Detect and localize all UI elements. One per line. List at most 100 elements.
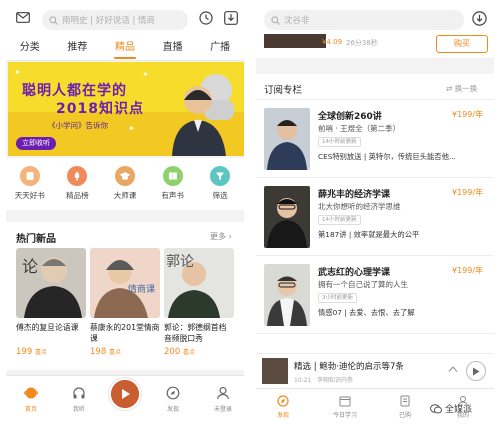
history-clock-icon[interactable] (199, 11, 213, 25)
banner-subtitle: 《小学问》告诉你 (48, 121, 108, 130)
update-badge: 3小时前更新 (318, 293, 357, 303)
book-title: 郭论：郭德纲首档音频脱口秀 (164, 323, 227, 343)
tab-live[interactable]: 直播 (149, 36, 197, 60)
nav-discover[interactable]: 发现 (266, 395, 300, 419)
home-planet-icon (24, 386, 38, 400)
previous-item-row: ¥4.09 26分38秒 购买 (256, 34, 494, 56)
shortcut-daily-book[interactable]: 天天好书 (10, 166, 50, 210)
course-card[interactable]: 薛兆丰的经济学课 ¥199/年 北大你想听的经济学思维 14小时前更新 第187… (256, 178, 494, 256)
item-price: ¥4.09 (322, 38, 343, 46)
document-icon (399, 395, 411, 407)
shortcut-master-class[interactable]: 大师课 (105, 166, 145, 210)
search-input[interactable]: 沈谷非 (264, 10, 464, 30)
shortcut-ranking[interactable]: 精品榜 (57, 166, 97, 210)
nav-home[interactable]: 首页 (16, 386, 46, 413)
hot-new-section: 热门新品 更多 › 论 傅杰的复旦论语课 199 喜点 情商课 蔡康永的201堂… (6, 222, 244, 370)
search-placeholder: 沈谷非 (284, 16, 310, 26)
tab-radio[interactable]: 广播 (196, 36, 244, 60)
nav-label: 已购 (398, 412, 411, 419)
search-input[interactable]: 南明史 | 好好说话 | 情商 (42, 10, 188, 30)
course-price: ¥199/年 (452, 188, 484, 197)
calendar-icon (339, 395, 351, 407)
course-card[interactable]: 全球创新260讲 ¥199/年 前哨 · 王煜全（第二季） 14小时前更新 CE… (256, 100, 494, 178)
right-top-bar: 沈谷非 (256, 0, 494, 34)
nav-discover[interactable]: 发现 (158, 386, 188, 413)
shortcut-label: 精品榜 (66, 191, 89, 200)
player-thumbnail (262, 358, 288, 384)
book-title: 蔡康永的201堂情商课 (90, 323, 160, 343)
cover-text: 论 (22, 257, 38, 276)
graduation-cap-icon (114, 166, 135, 186)
banner-headline-2: 2018知识点 (56, 101, 144, 117)
author-photo (264, 264, 310, 326)
sparkle-icon: ✦ (14, 68, 21, 77)
course-title: 薛兆丰的经济学课 (318, 190, 391, 200)
course-card[interactable]: 武志红的心理学课 ¥199/年 拥有一个自己说了算的人生 3小时前更新 情感07… (256, 256, 494, 334)
play-icon (472, 367, 480, 376)
search-icon (49, 15, 58, 25)
nav-label: 我听 (72, 406, 85, 413)
search-placeholder: 南明史 | 好好说话 | 情商 (62, 16, 156, 26)
nav-profile[interactable]: 未登录 (208, 386, 238, 413)
left-app-screen: 南明史 | 好好说话 | 情商 分类 推荐 精品 直播 广播 ✦ ✦ ✦ 聪明人… (6, 0, 244, 425)
headphones-icon (72, 386, 86, 400)
player-title: 精选 | 鲍勃·迪伦的启示等7条 (294, 362, 404, 372)
book-cover: 郭论 (164, 248, 234, 318)
banner-headline-1: 聪明人都在学的 (22, 83, 127, 99)
shortcut-audiobook[interactable]: 有声书 (153, 166, 193, 210)
refresh-button[interactable]: ⇄ 换一换 (446, 83, 477, 94)
book-price: 198 喜点 (90, 347, 121, 357)
nav-purchased[interactable]: 已购 (388, 395, 422, 419)
left-top-bar: 南明史 | 好好说话 | 情商 (6, 0, 244, 36)
category-tabs: 分类 推荐 精品 直播 广播 (6, 36, 244, 61)
chevron-up-icon[interactable] (448, 365, 458, 373)
compass-icon (166, 386, 180, 400)
book-icon (19, 166, 40, 186)
cover-text: 情商课 (128, 283, 155, 295)
right-app-screen: 沈谷非 ¥4.09 26分38秒 购买 订阅专栏 ⇄ 换一换 全球创新260讲 … (256, 0, 494, 425)
mail-icon[interactable] (16, 12, 30, 23)
item-duration: 26分38秒 (346, 39, 378, 47)
screenshot-root: 南明史 | 好好说话 | 情商 分类 推荐 精品 直播 广播 ✦ ✦ ✦ 聪明人… (0, 0, 500, 425)
tab-premium[interactable]: 精品 (101, 36, 149, 60)
more-link[interactable]: 更多 › (210, 231, 232, 242)
buy-button[interactable]: 购买 (436, 35, 488, 53)
book-card[interactable]: 情商课 蔡康永的201堂情商课 198 喜点 (90, 248, 160, 357)
tab-recommend[interactable]: 推荐 (54, 36, 102, 60)
tab-category[interactable]: 分类 (6, 36, 54, 60)
now-playing-button[interactable] (109, 378, 141, 410)
section-title: 订阅专栏 (264, 85, 303, 96)
download-icon[interactable] (224, 11, 238, 25)
nav-label: 发现 (276, 412, 289, 419)
update-badge: 14小时前更新 (318, 137, 361, 147)
nav-listening[interactable]: 我听 (64, 386, 94, 413)
section-divider (256, 58, 494, 74)
nav-today-study[interactable]: 今日学习 (328, 395, 362, 419)
book-card[interactable]: 郭论 郭论：郭德纲首档音频脱口秀 200 喜点 (164, 248, 234, 357)
nav-label: 今日学习 (332, 412, 357, 419)
user-icon (216, 386, 230, 400)
play-button[interactable] (466, 361, 486, 381)
listen-now-button[interactable]: 立即收听 (16, 137, 56, 150)
nav-label: 未登录 (213, 406, 232, 413)
download-icon[interactable] (472, 11, 487, 26)
audiobook-icon (162, 166, 183, 186)
shortcut-label: 筛选 (212, 191, 228, 200)
book-card[interactable]: 论 傅杰的复旦论语课 199 喜点 (16, 248, 86, 357)
course-price: ¥199/年 (452, 110, 484, 119)
course-price: ¥199/年 (452, 266, 484, 275)
shortcut-filter[interactable]: 筛选 (200, 166, 240, 210)
mini-player[interactable]: 精选 | 鲍勃·迪伦的启示等7条 10:21 · 李翔知识内参 (256, 353, 494, 387)
book-cover: 论 (16, 248, 86, 318)
promo-banner[interactable]: ✦ ✦ ✦ 聪明人都在学的 2018知识点 《小学问》告诉你 立即收听 (8, 62, 244, 156)
sparkle-icon: ✦ (142, 70, 149, 79)
nav-label: 首页 (24, 406, 37, 413)
latest-episode: 情感07 | 去爱、去恨、去了解 (318, 308, 415, 317)
sparkle-icon: ✦ (128, 124, 135, 133)
author-photo (264, 108, 310, 170)
author-photo (264, 186, 310, 248)
book-title: 傅杰的复旦论语课 (16, 323, 79, 332)
course-title: 全球创新260讲 (318, 112, 382, 122)
cover-text: 郭论 (166, 253, 194, 270)
search-icon (271, 15, 280, 25)
